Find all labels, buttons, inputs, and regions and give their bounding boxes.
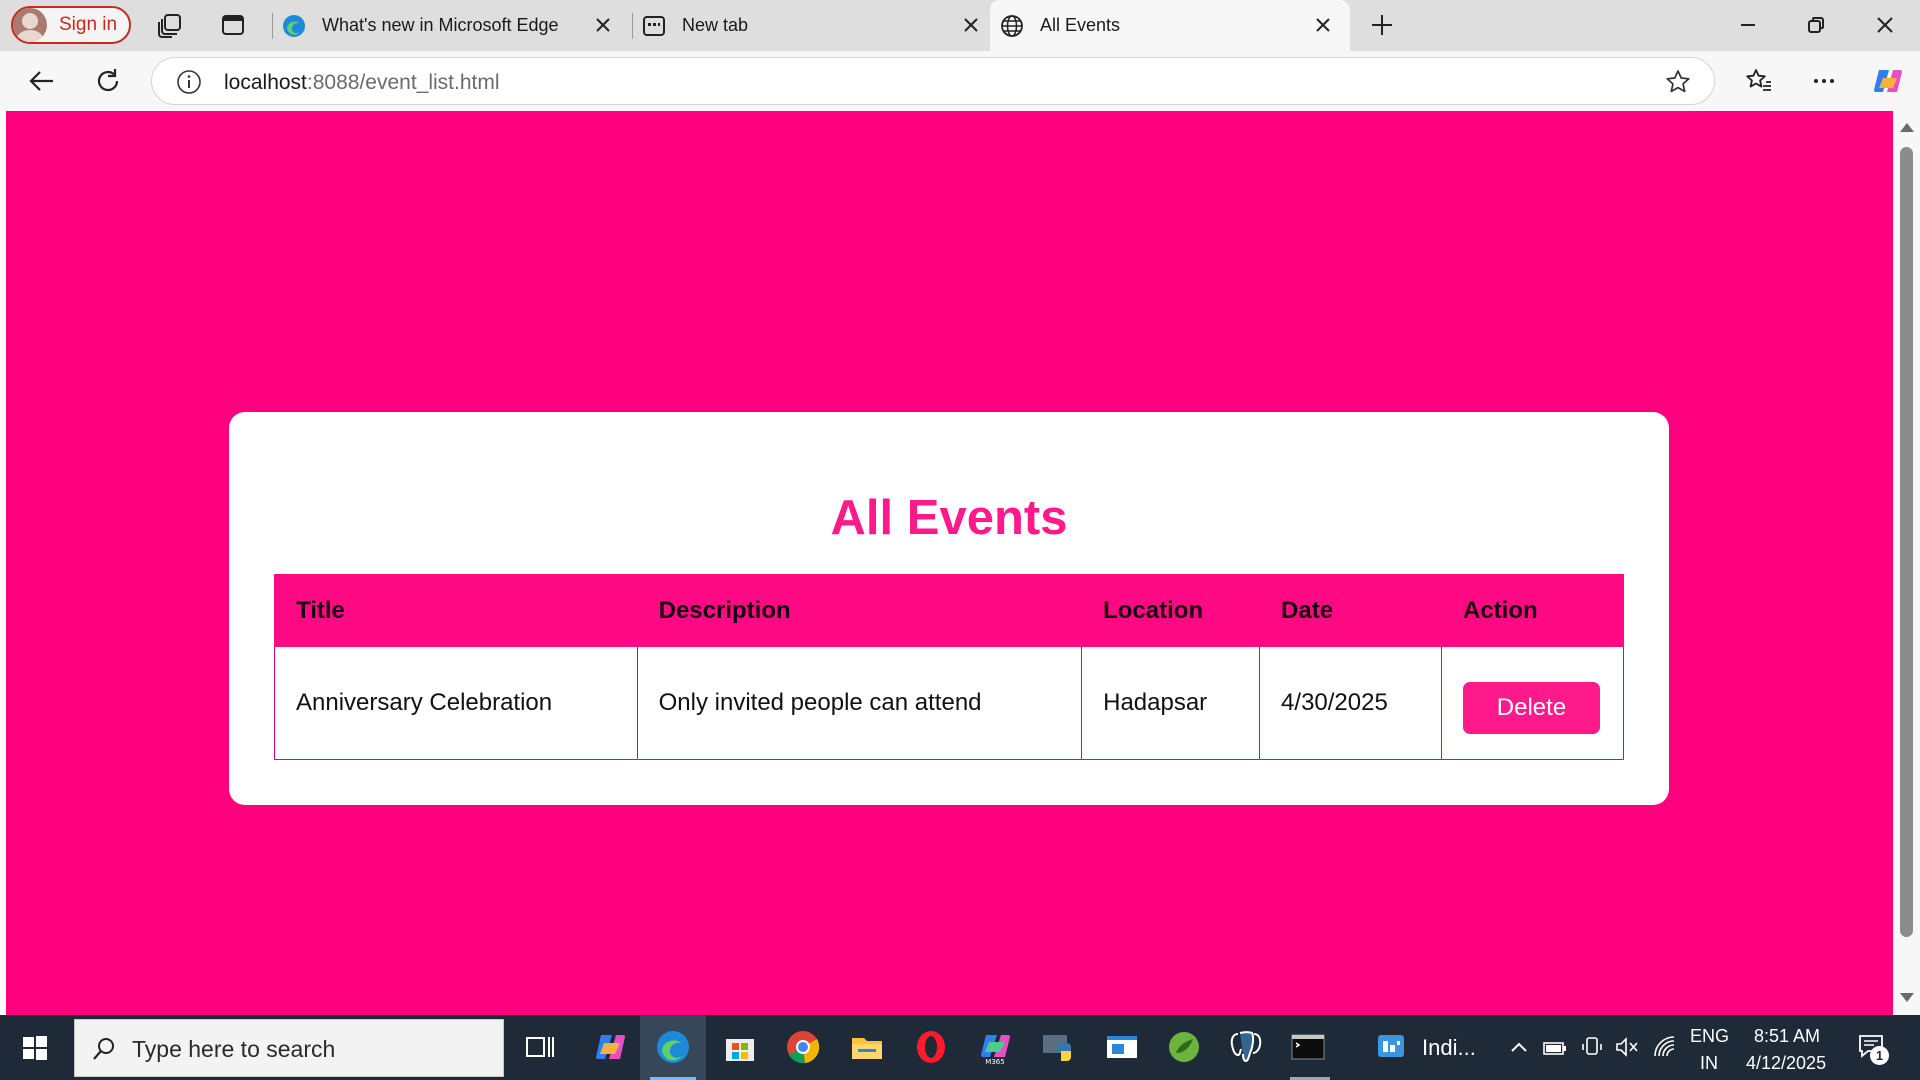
windows-taskbar: Type here to search M365 Indi... ENG IN … (0, 1015, 1920, 1080)
close-tab-icon[interactable] (592, 14, 614, 36)
address-bar[interactable]: localhost:8088/event_list.html (151, 57, 1715, 105)
edge-icon (283, 14, 305, 37)
browser-toolbar: localhost:8088/event_list.html (0, 51, 1920, 111)
region-code: IN (1700, 1053, 1718, 1073)
table-row: Anniversary Celebration Only invited peo… (274, 646, 1625, 760)
clock-date: 4/12/2025 (1746, 1053, 1827, 1073)
minimize-icon[interactable] (1735, 12, 1761, 38)
refresh-icon[interactable] (93, 66, 123, 96)
new-tab-plus-icon[interactable] (1368, 11, 1396, 39)
widgets-icon (1378, 1035, 1404, 1057)
clock[interactable]: 8:51 AM 4/12/2025 (1740, 1015, 1844, 1080)
postgresql-icon[interactable] (1228, 1029, 1264, 1065)
opera-icon[interactable] (913, 1029, 949, 1065)
task-view-icon[interactable] (522, 1029, 558, 1065)
sign-in-button[interactable]: Sign in (11, 6, 131, 44)
url-text: localhost:8088/event_list.html (224, 71, 500, 95)
tab-title: All Events (1040, 15, 1121, 35)
tab-title: What's new in Microsoft Edge (322, 15, 559, 35)
column-header-description: Description (636, 574, 1083, 647)
vertical-tabs-icon[interactable] (219, 11, 247, 39)
page-viewport: All Events Title Description Location Da… (6, 111, 1893, 1015)
scroll-down-arrow-icon[interactable] (1900, 993, 1914, 1002)
chrome-icon[interactable] (785, 1029, 821, 1065)
taskbar-search-box[interactable]: Type here to search (74, 1019, 504, 1077)
window-label: Indi... (1422, 1035, 1476, 1060)
event-action-cell: Delete (1440, 646, 1625, 760)
chevron-up-icon[interactable] (1508, 1037, 1530, 1059)
scrollbar-thumb[interactable] (1900, 147, 1913, 937)
notepad-window-icon[interactable] (1104, 1029, 1140, 1065)
spring-tool-icon[interactable] (1166, 1029, 1202, 1065)
terminal-icon[interactable] (1290, 1029, 1326, 1065)
tab-separator (632, 13, 633, 39)
tab-new-tab[interactable]: New tab (642, 0, 982, 51)
svg-text:M365: M365 (985, 1058, 1004, 1065)
search-placeholder: Type here to search (132, 1036, 336, 1062)
battery-icon[interactable] (1542, 1037, 1568, 1059)
clock-time: 8:51 AM (1754, 1026, 1821, 1046)
delete-button[interactable]: Delete (1462, 682, 1600, 734)
microsoft-365-icon[interactable]: M365 (977, 1029, 1013, 1065)
file-explorer-icon[interactable] (849, 1029, 885, 1065)
column-header-date: Date (1259, 574, 1442, 647)
event-title-cell: Anniversary Celebration (274, 646, 638, 760)
windows-start-icon[interactable] (22, 1035, 48, 1061)
edge-app-icon[interactable] (655, 1029, 691, 1065)
taskbar-window-india[interactable]: Indi... (1370, 1015, 1480, 1080)
tab-whats-new-edge[interactable]: What's new in Microsoft Edge (280, 0, 630, 51)
notification-center-button[interactable]: 1 (1856, 1031, 1890, 1065)
table-header-row: Title Description Location Date Action (274, 574, 1625, 647)
page-title: All Events (830, 491, 1068, 545)
profile-avatar (13, 8, 47, 42)
workspaces-icon[interactable] (156, 11, 184, 39)
search-icon (93, 1038, 114, 1060)
event-location-cell: Hadapsar (1081, 646, 1261, 760)
event-description-cell: Only invited people can attend (636, 646, 1083, 760)
close-window-icon[interactable] (1872, 12, 1898, 38)
wifi-icon[interactable] (1652, 1034, 1678, 1060)
globe-icon (1001, 14, 1023, 37)
back-arrow-icon[interactable] (27, 66, 57, 96)
column-header-location: Location (1081, 574, 1261, 647)
more-options-icon[interactable] (1809, 66, 1839, 96)
column-header-action: Action (1440, 574, 1625, 647)
url-path: :8088/event_list.html (306, 71, 500, 94)
events-table: Title Description Location Date Action A… (274, 574, 1625, 760)
language-indicator[interactable]: ENG IN (1688, 1015, 1732, 1080)
tab-separator (272, 13, 273, 39)
events-card: All Events Title Description Location Da… (229, 412, 1669, 805)
close-tab-icon[interactable] (960, 14, 982, 36)
python-icon[interactable] (1041, 1029, 1077, 1065)
new-tab-icon (643, 15, 665, 36)
microsoft-store-icon[interactable] (722, 1029, 758, 1065)
device-icon[interactable] (1580, 1035, 1604, 1059)
favorite-star-icon[interactable] (1664, 68, 1692, 96)
vertical-scrollbar[interactable] (1893, 111, 1920, 1015)
sign-in-label: Sign in (59, 14, 118, 35)
language-code: ENG (1690, 1026, 1730, 1046)
notification-badge: 1 (1870, 1046, 1889, 1065)
scroll-up-arrow-icon[interactable] (1900, 123, 1914, 132)
url-host: localhost (224, 71, 307, 94)
event-date-cell: 4/30/2025 (1259, 646, 1442, 760)
close-tab-icon[interactable] (1312, 14, 1334, 36)
column-header-title: Title (274, 574, 638, 647)
tab-all-events[interactable]: All Events (990, 0, 1350, 51)
volume-muted-icon[interactable] (1614, 1035, 1640, 1059)
copilot-icon[interactable] (1871, 64, 1905, 98)
site-info-icon[interactable] (176, 69, 202, 95)
tab-title: New tab (682, 15, 749, 35)
browser-tab-strip: Sign in What's new in Microsoft Edge New… (0, 0, 1920, 51)
restore-icon[interactable] (1803, 12, 1829, 38)
favorites-icon[interactable] (1744, 66, 1774, 96)
copilot-app-icon[interactable] (592, 1029, 628, 1065)
